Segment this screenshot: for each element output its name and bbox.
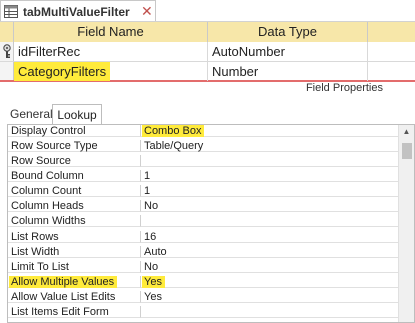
- property-label: Row Source Type: [8, 140, 141, 152]
- property-label: Allow Value List Edits: [8, 291, 141, 303]
- scrollbar-thumb[interactable]: [402, 143, 412, 159]
- property-label: Column Heads: [8, 200, 141, 212]
- property-value[interactable]: [141, 306, 398, 318]
- data-type-cell[interactable]: AutoNumber: [208, 42, 368, 61]
- property-row-allow-multiple-values[interactable]: Allow Multiple Values Yes: [8, 276, 398, 288]
- property-value[interactable]: No: [141, 261, 398, 273]
- tab-lookup[interactable]: Lookup: [52, 104, 102, 124]
- property-row-bound-column[interactable]: Bound Column 1: [8, 170, 398, 182]
- row-selector[interactable]: [0, 62, 14, 80]
- highlighted-value: Yes: [142, 276, 165, 288]
- property-label: Display Control: [8, 125, 141, 137]
- property-value[interactable]: 1: [141, 185, 398, 197]
- property-sheet: Display Control Combo Box Row Source Typ…: [7, 124, 415, 323]
- property-row-display-control[interactable]: Display Control Combo Box: [8, 125, 398, 137]
- property-row-allow-value-list-edits[interactable]: Allow Value List Edits Yes: [8, 291, 398, 303]
- property-label: List Width: [8, 246, 141, 258]
- property-row-column-widths[interactable]: Column Widths: [8, 215, 398, 227]
- field-name-cell[interactable]: CategoryFilters: [14, 62, 208, 81]
- property-row-row-source-type[interactable]: Row Source Type Table/Query: [8, 140, 398, 152]
- close-icon[interactable]: ✕: [141, 3, 153, 20]
- data-type-cell[interactable]: Number: [208, 62, 368, 81]
- grid-header-row: Field Name Data Type: [0, 22, 415, 42]
- property-value[interactable]: 1: [141, 170, 398, 182]
- description-cell[interactable]: [368, 62, 415, 81]
- property-label: Column Count: [8, 185, 141, 197]
- scroll-up-arrow-icon[interactable]: ▲: [399, 125, 414, 139]
- property-label: Limit To List: [8, 261, 141, 273]
- column-header-description[interactable]: [368, 22, 415, 42]
- highlighted-field-name: CategoryFilters: [14, 62, 111, 81]
- document-tab-title: tabMultiValueFilter: [23, 5, 130, 19]
- column-header-field-name[interactable]: Field Name: [14, 22, 208, 42]
- property-value[interactable]: [141, 155, 398, 167]
- property-row-row-source[interactable]: Row Source: [8, 155, 398, 167]
- property-label: Bound Column: [8, 170, 141, 182]
- field-properties-label: Field Properties: [305, 82, 383, 94]
- property-value[interactable]: Table/Query: [141, 140, 398, 152]
- table-icon: [4, 5, 18, 18]
- primary-key-icon: [3, 44, 11, 58]
- property-row-list-width[interactable]: List Width Auto: [8, 246, 398, 258]
- row-selector-header[interactable]: [0, 22, 14, 42]
- table-design-grid: Field Name Data Type idFilterRec AutoNum…: [0, 21, 415, 82]
- property-row-list-items-edit-form[interactable]: List Items Edit Form: [8, 306, 398, 318]
- field-name-cell[interactable]: idFilterRec: [14, 42, 208, 61]
- property-row-column-heads[interactable]: Column Heads No: [8, 200, 398, 212]
- property-value[interactable]: Yes: [141, 276, 398, 288]
- document-tab[interactable]: tabMultiValueFilter ✕: [0, 0, 156, 22]
- property-value[interactable]: Yes: [141, 291, 398, 303]
- property-label: List Rows: [8, 231, 141, 243]
- property-value[interactable]: Combo Box: [141, 125, 398, 137]
- vertical-scrollbar[interactable]: ▲: [398, 125, 414, 322]
- field-row[interactable]: idFilterRec AutoNumber: [0, 42, 415, 62]
- property-value[interactable]: 16: [141, 231, 398, 243]
- property-value[interactable]: [141, 215, 398, 227]
- property-row-list-rows[interactable]: List Rows 16: [8, 231, 398, 243]
- property-row-column-count[interactable]: Column Count 1: [8, 185, 398, 197]
- highlighted-label: Allow Multiple Values: [9, 276, 118, 288]
- property-value[interactable]: No: [141, 200, 398, 212]
- property-label: Row Source: [8, 155, 141, 167]
- row-selector[interactable]: [0, 42, 14, 61]
- property-label: Allow Multiple Values: [8, 276, 141, 288]
- description-cell[interactable]: [368, 42, 415, 61]
- column-header-data-type[interactable]: Data Type: [208, 22, 368, 42]
- property-value[interactable]: Auto: [141, 246, 398, 258]
- tab-general[interactable]: General: [8, 104, 53, 124]
- property-label: Column Widths: [8, 215, 141, 227]
- property-row-limit-to-list[interactable]: Limit To List No: [8, 261, 398, 273]
- field-row-selected[interactable]: CategoryFilters Number: [0, 62, 415, 82]
- property-label: List Items Edit Form: [8, 306, 141, 318]
- highlighted-value: Combo Box: [142, 125, 205, 137]
